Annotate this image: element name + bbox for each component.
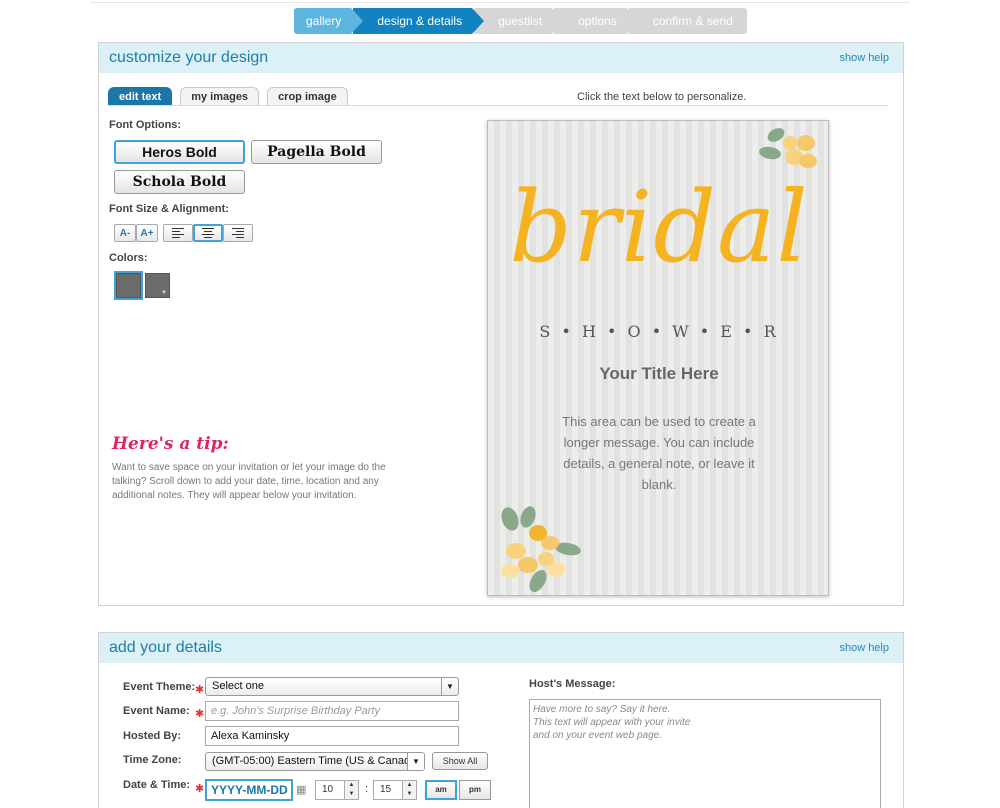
wizard-steps: gallery design & details guestlist optio…: [294, 8, 749, 34]
card-subheadline[interactable]: S • H • O • W • E • R: [488, 322, 828, 341]
chevron-down-icon: ▼: [441, 678, 458, 695]
invitation-card-preview[interactable]: bridal S • H • O • W • E • R Your Title …: [487, 120, 829, 596]
card-message[interactable]: This area can be used to create a longer…: [554, 411, 764, 495]
tip-text: Want to save space on your invitation or…: [112, 462, 386, 501]
font-options-label: Font Options:: [109, 119, 182, 131]
stepper-arrows-icon[interactable]: ▲ ▼: [344, 781, 358, 799]
event-theme-value: Select one: [212, 680, 264, 692]
time-zone-label: Time Zone:: [123, 754, 182, 766]
font-schola-bold-button[interactable]: Schola Bold: [114, 170, 245, 194]
host-message-label: Host's Message:: [529, 678, 616, 690]
time-zone-value: (GMT-05:00) Eastern Time (US & Canad: [212, 755, 411, 767]
minute-stepper[interactable]: 15 ▲ ▼: [373, 780, 417, 800]
required-icon: ✱: [195, 684, 205, 696]
customize-design-header: customize your design show help: [99, 43, 903, 73]
step-confirm-send[interactable]: confirm & send: [628, 8, 747, 34]
increase-font-size-button[interactable]: A+: [136, 224, 158, 242]
show-help-link[interactable]: show help: [839, 642, 889, 654]
dropdown-arrow-icon: ▼: [161, 290, 167, 296]
event-name-label: Event Name:: [123, 705, 190, 717]
minute-value: 15: [380, 784, 392, 795]
event-theme-label: Event Theme:: [123, 681, 196, 693]
tab-crop-image[interactable]: crop image: [267, 87, 348, 105]
card-headline[interactable]: bridal: [488, 171, 828, 285]
card-title[interactable]: Your Title Here: [488, 364, 828, 384]
add-details-header: add your details show help: [99, 633, 903, 663]
background-color-swatch[interactable]: ▼: [145, 273, 170, 298]
show-all-button[interactable]: Show All: [432, 752, 488, 770]
hosted-by-field[interactable]: Alexa Kaminsky: [205, 726, 459, 746]
align-center-icon: [202, 228, 214, 238]
time-separator: :: [365, 783, 369, 795]
event-name-field[interactable]: e.g. John's Surprise Birthday Party: [205, 701, 459, 721]
step-design-details[interactable]: design & details: [353, 8, 484, 34]
hour-stepper[interactable]: 10 ▲ ▼: [315, 780, 359, 800]
text-color-swatch[interactable]: [114, 271, 143, 300]
step-gallery[interactable]: gallery: [294, 8, 364, 34]
event-theme-select[interactable]: Select one ▼: [205, 677, 459, 696]
font-pagella-bold-button[interactable]: Pagella Bold: [251, 140, 382, 164]
date-time-label: Date & Time:: [123, 779, 191, 791]
tip-title: Here's a tip:: [112, 434, 229, 454]
step-options[interactable]: options: [554, 8, 639, 34]
editor-tabs: edit text my images crop image: [108, 87, 356, 105]
step-guestlist[interactable]: guestlist: [474, 8, 565, 34]
add-details-title: add your details: [109, 639, 222, 656]
align-right-icon: [232, 228, 244, 238]
align-left-button[interactable]: [163, 224, 193, 242]
calendar-icon[interactable]: ▦: [296, 783, 306, 796]
date-field[interactable]: YYYY-MM-DD: [205, 779, 293, 801]
add-details-panel: add your details show help Event Theme: …: [98, 632, 904, 808]
stepper-arrows-icon[interactable]: ▲ ▼: [402, 781, 416, 799]
colors-label: Colors:: [109, 252, 148, 264]
font-heros-bold-button[interactable]: Heros Bold: [114, 140, 245, 164]
decrease-font-size-button[interactable]: A-: [114, 224, 136, 242]
tab-edit-text[interactable]: edit text: [108, 87, 173, 105]
chevron-down-icon: ▼: [407, 753, 424, 770]
align-right-button[interactable]: [223, 224, 253, 242]
hosted-by-label: Hosted By:: [123, 730, 182, 742]
required-icon: ✱: [195, 708, 205, 720]
font-size-alignment-label: Font Size & Alignment:: [109, 203, 229, 215]
top-divider: [90, 2, 910, 3]
hour-value: 10: [322, 784, 334, 795]
align-center-button[interactable]: [193, 224, 223, 242]
tab-my-images[interactable]: my images: [180, 87, 260, 105]
time-zone-select[interactable]: (GMT-05:00) Eastern Time (US & Canad ▼: [205, 752, 425, 771]
align-left-icon: [172, 228, 184, 238]
am-button[interactable]: am: [425, 780, 457, 800]
personalize-hint: Click the text below to personalize.: [577, 91, 747, 103]
customize-design-panel: customize your design show help edit tex…: [98, 42, 904, 606]
customize-design-title: customize your design: [109, 49, 269, 66]
host-message-textarea[interactable]: Have more to say? Say it here. This text…: [529, 699, 881, 808]
tab-divider: [108, 105, 888, 106]
show-help-link[interactable]: show help: [839, 52, 889, 64]
pm-button[interactable]: pm: [459, 780, 491, 800]
required-icon: ✱: [195, 783, 205, 795]
